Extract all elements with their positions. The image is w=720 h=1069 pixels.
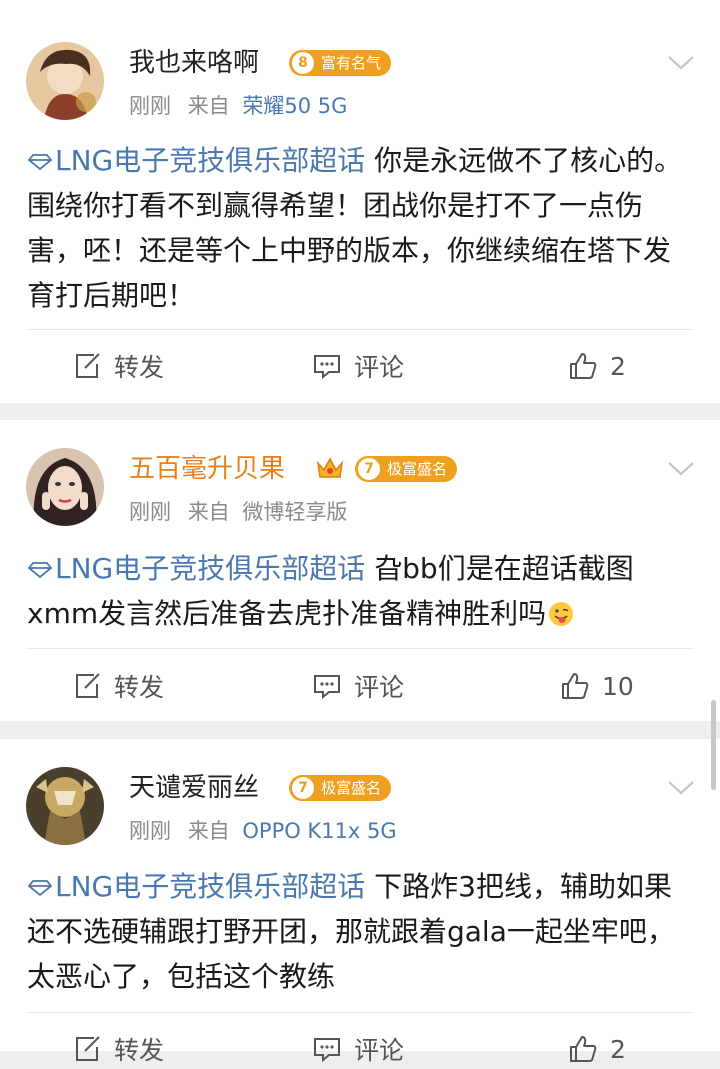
like-count: 2 — [610, 351, 626, 381]
like-icon — [562, 673, 589, 699]
post-text: LNG电子竞技俱乐部超话 下路炸3把线，辅助如果还不选硬辅跟打野开团，那就跟着g… — [27, 864, 695, 999]
divider — [26, 1012, 694, 1013]
like-icon — [570, 353, 597, 379]
topic-diamond-icon — [27, 154, 53, 171]
badge-text: 富有名气 — [321, 54, 382, 72]
topic-label: LNG电子竞技俱乐部超话 — [55, 870, 366, 903]
comment-button[interactable]: 评论 — [312, 666, 404, 706]
crown-icon — [316, 457, 344, 478]
like-count: 2 — [610, 1034, 626, 1064]
comment-icon — [314, 355, 340, 380]
fame-badge[interactable]: 7 极富盛名 — [355, 456, 458, 482]
comment-label: 评论 — [354, 673, 405, 702]
topic-diamond-icon — [27, 880, 53, 897]
like-button[interactable]: 10 — [560, 666, 634, 706]
repost-button[interactable]: 转发 — [72, 346, 164, 386]
post-card[interactable]: 天谴爱丽丝 7 极富盛名 刚刚 来自 OPPO K11x 5G LNG电子竞技俱… — [0, 739, 720, 1065]
repost-icon — [76, 353, 100, 378]
topic-link[interactable]: LNG电子竞技俱乐部超话 — [27, 552, 365, 585]
source-device[interactable]: 微博轻享版 — [242, 500, 347, 524]
avatar[interactable] — [26, 448, 104, 526]
divider — [26, 648, 694, 649]
repost-label: 转发 — [114, 353, 165, 382]
chevron-down-icon[interactable] — [666, 460, 696, 478]
source-device[interactable]: OPPO K11x 5G — [242, 819, 396, 843]
fame-badge[interactable]: 7 极富盛名 — [289, 775, 392, 801]
chevron-down-icon[interactable] — [666, 779, 696, 797]
repost-label: 转发 — [114, 673, 165, 702]
comment-button[interactable]: 评论 — [312, 346, 404, 386]
post-card[interactable]: 五百毫升贝果 7 极富盛名 刚刚 来自 微博轻享版 LNG电子竞技俱乐部超话 旮… — [0, 420, 720, 721]
repost-label: 转发 — [114, 1036, 165, 1065]
topic-diamond-icon — [27, 562, 53, 579]
like-icon — [570, 1036, 597, 1062]
source-device[interactable]: 荣耀50 5G — [242, 94, 347, 118]
badge-level: 7 — [292, 777, 314, 799]
username[interactable]: 五百毫升贝果 — [129, 452, 285, 486]
badge-level: 7 — [358, 458, 380, 480]
post-meta: 刚刚 来自 微博轻享版 — [129, 498, 347, 526]
comment-icon — [314, 1038, 340, 1063]
comment-label: 评论 — [354, 1036, 405, 1065]
username[interactable]: 天谴爱丽丝 — [129, 771, 259, 805]
topic-link[interactable]: LNG电子竞技俱乐部超话 — [27, 144, 365, 177]
post-time: 刚刚 — [129, 500, 171, 524]
like-button[interactable]: 2 — [568, 1029, 626, 1069]
action-bar: 转发 评论 2 — [0, 346, 720, 386]
divider — [26, 329, 694, 330]
post-time: 刚刚 — [129, 819, 171, 843]
topic-link[interactable]: LNG电子竞技俱乐部超话 — [27, 870, 365, 903]
chevron-down-icon[interactable] — [666, 54, 696, 72]
repost-icon — [76, 1036, 100, 1061]
post-card[interactable]: 我也来咯啊 8 富有名气 刚刚 来自 荣耀50 5G LNG电子竞技俱乐部超话 … — [0, 0, 720, 403]
post-text: LNG电子竞技俱乐部超话 旮bb们是在超话截图xmm发言然后准备去虎扑准备精神胜… — [27, 546, 695, 636]
tongue-emoji-icon — [549, 602, 574, 626]
like-button[interactable]: 2 — [568, 346, 626, 386]
source-prefix: 来自 — [187, 94, 230, 118]
source-prefix: 来自 — [187, 819, 230, 843]
repost-button[interactable]: 转发 — [72, 1029, 164, 1069]
source-prefix: 来自 — [187, 500, 230, 524]
comment-icon — [314, 675, 340, 700]
post-meta: 刚刚 来自 OPPO K11x 5G — [129, 817, 397, 845]
topic-label: LNG电子竞技俱乐部超话 — [55, 552, 366, 585]
action-bar: 转发 评论 10 — [0, 666, 720, 706]
badge-level: 8 — [292, 52, 314, 74]
badge-text: 极富盛名 — [321, 779, 382, 797]
username[interactable]: 我也来咯啊 — [129, 46, 259, 80]
comment-button[interactable]: 评论 — [312, 1029, 404, 1069]
comment-label: 评论 — [354, 353, 405, 382]
post-time: 刚刚 — [129, 94, 171, 118]
post-text: LNG电子竞技俱乐部超话 你是永远做不了核心的。围绕你打看不到赢得希望！团战你是… — [27, 138, 695, 318]
scrollbar[interactable] — [711, 700, 716, 790]
repost-button[interactable]: 转发 — [72, 666, 164, 706]
topic-label: LNG电子竞技俱乐部超话 — [55, 144, 366, 177]
repost-icon — [76, 673, 100, 698]
post-meta: 刚刚 来自 荣耀50 5G — [129, 92, 347, 120]
fame-badge[interactable]: 8 富有名气 — [289, 50, 392, 76]
like-count: 10 — [602, 671, 634, 701]
action-bar: 转发 评论 2 — [0, 1029, 720, 1069]
avatar[interactable] — [26, 42, 104, 120]
avatar[interactable] — [26, 767, 104, 845]
badge-text: 极富盛名 — [387, 460, 448, 478]
